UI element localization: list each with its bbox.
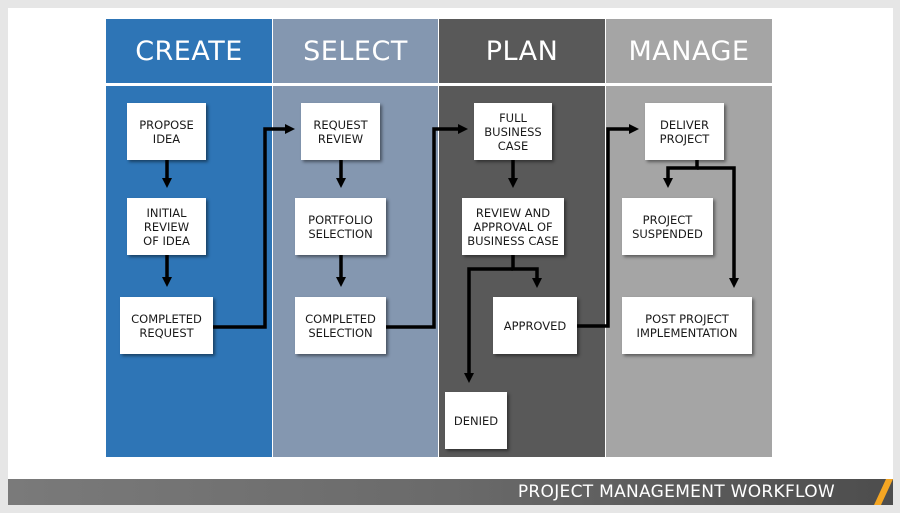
- column-title: PLAN: [485, 35, 559, 67]
- column-header-manage: MANAGE: [606, 19, 772, 83]
- box-review-approval: REVIEW AND APPROVAL OF BUSINESS CASE: [462, 198, 564, 255]
- box-initial-review: INITIAL REVIEW OF IDEA: [127, 198, 206, 255]
- box-approved: APPROVED: [493, 297, 577, 354]
- box-denied: DENIED: [445, 392, 507, 449]
- column-title: CREATE: [135, 35, 243, 67]
- column-header-create: CREATE: [106, 19, 272, 83]
- box-full-business-case: FULL BUSINESS CASE: [474, 103, 552, 160]
- column-title: MANAGE: [628, 35, 750, 67]
- box-completed-request: COMPLETED REQUEST: [120, 297, 213, 354]
- box-project-suspended: PROJECT SUSPENDED: [622, 198, 713, 255]
- column-title: SELECT: [303, 35, 408, 67]
- footer-title: PROJECT MANAGEMENT WORKFLOW: [517, 482, 835, 502]
- column-header-plan: PLAN: [439, 19, 605, 83]
- box-propose-idea: PROPOSE IDEA: [127, 103, 206, 160]
- box-post-project-implementation: POST PROJECT IMPLEMENTATION: [622, 297, 752, 354]
- column-header-select: SELECT: [273, 19, 438, 83]
- box-portfolio-selection: PORTFOLIO SELECTION: [295, 198, 386, 255]
- footer-bar: PROJECT MANAGEMENT WORKFLOW: [8, 479, 893, 505]
- box-request-review: REQUEST REVIEW: [301, 103, 380, 160]
- slash-accent-icon: [874, 479, 893, 505]
- box-completed-selection: COMPLETED SELECTION: [295, 297, 386, 354]
- box-deliver-project: DELIVER PROJECT: [645, 103, 724, 160]
